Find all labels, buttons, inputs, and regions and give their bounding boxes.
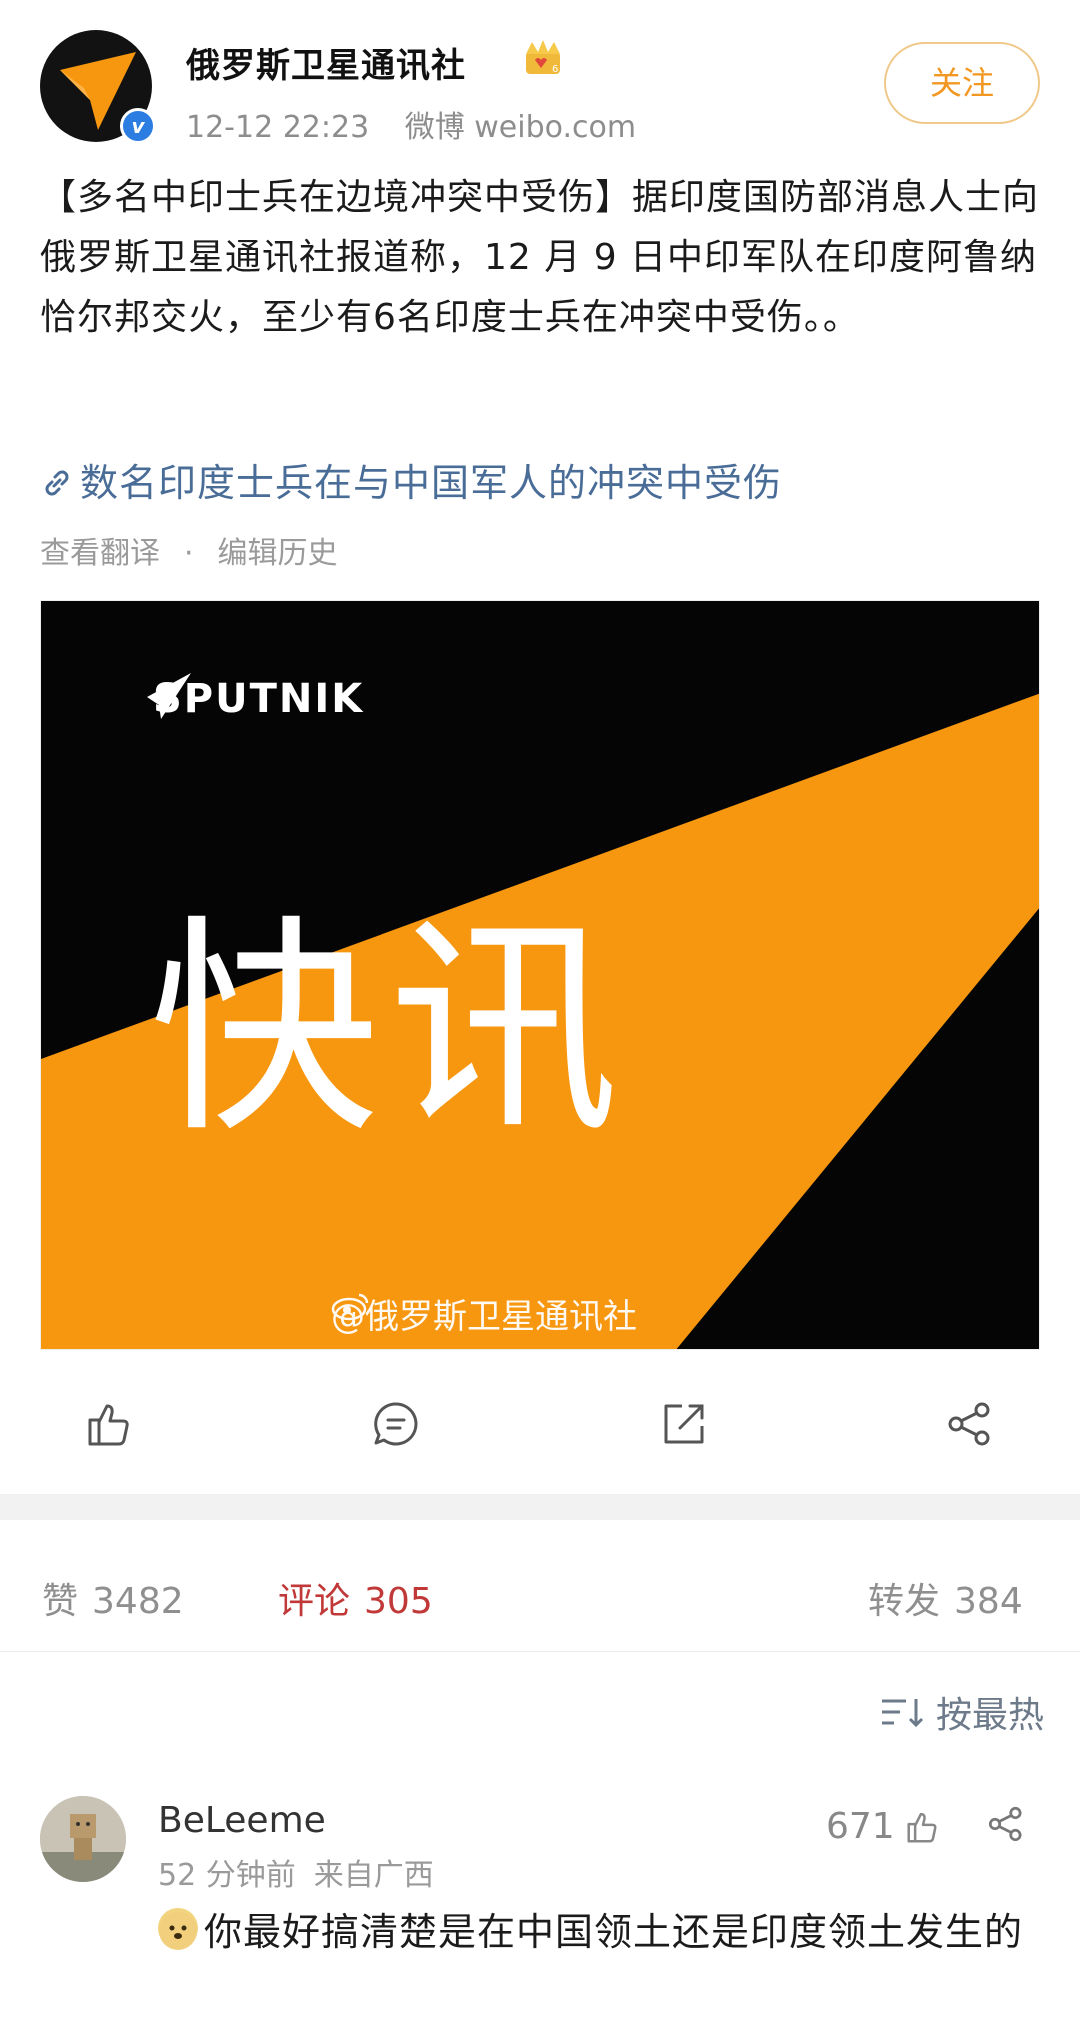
image-headline: 快讯 <box>149 897 630 1164</box>
share-button[interactable] <box>942 1396 1002 1456</box>
link-icon <box>45 470 69 496</box>
reposts-count: 384 <box>954 1581 1023 1622</box>
author-avatar[interactable]: v <box>40 30 156 144</box>
avatar-figure-icon <box>40 1796 126 1882</box>
share-icon <box>948 1402 990 1446</box>
comment-time: 52 分钟前 <box>158 1858 296 1893</box>
watermark-text: @俄罗斯卫星通讯社 <box>331 1297 637 1337</box>
sputnik-brand: SPUTNIK <box>145 669 364 729</box>
crown-badge-icon[interactable]: 6 <box>522 38 564 78</box>
post-header: v 俄罗斯卫星通讯社 6 12-12 22:23 微博 weibo.com 关注 <box>0 0 1080 160</box>
sputnik-arrow-icon <box>147 673 191 719</box>
thumbs-up-icon <box>907 1812 937 1843</box>
comment-item: BeLeeme 52 分钟前 来自广西 671 你最好搞清楚是在中国领土还是印度领… <box>0 1780 1080 2033</box>
thumbs-up-icon <box>88 1404 129 1446</box>
comment-button[interactable] <box>368 1396 428 1456</box>
comments-label: 评论 <box>278 1581 351 1622</box>
follow-button[interactable]: 关注 <box>884 42 1040 124</box>
likes-tab[interactable]: 赞 3482 <box>42 1572 184 1624</box>
comment-like-button[interactable]: 671 <box>826 1806 943 1847</box>
reposts-label: 转发 <box>868 1581 941 1622</box>
article-link[interactable]: 数名印度士兵在与中国军人的冲突中受伤 <box>40 452 782 507</box>
separator-dot: · <box>184 536 194 571</box>
image-watermark: @俄罗斯卫星通讯社 <box>331 1289 637 1338</box>
likes-label: 赞 <box>42 1581 79 1622</box>
share-icon <box>988 1806 1022 1842</box>
reposts-tab[interactable]: 转发 384 <box>868 1572 1023 1624</box>
sort-icon <box>881 1699 924 1728</box>
verified-badge-icon: v <box>120 108 156 144</box>
svg-text:6: 6 <box>552 64 558 75</box>
weibo-icon <box>331 1293 369 1321</box>
doge-emoji-icon <box>158 1908 198 1950</box>
comment-body: 你最好搞清楚是在中国领土还是印度领土发生的 <box>158 1902 1038 1962</box>
comment-icon <box>374 1402 418 1446</box>
likes-count: 3482 <box>92 1581 184 1622</box>
post-image[interactable]: SPUTNIK 快讯 @俄罗斯卫星通讯社 <box>40 600 1040 1350</box>
edit-history-link[interactable]: 编辑历史 <box>218 536 338 571</box>
article-link-text[interactable]: 数名印度士兵在与中国军人的冲突中受伤 <box>80 461 782 505</box>
comment-like-count: 671 <box>826 1806 895 1847</box>
author-name[interactable]: 俄罗斯卫星通讯社 <box>186 38 466 87</box>
comments-count: 305 <box>364 1581 433 1622</box>
comment-meta: 52 分钟前 来自广西 <box>158 1850 452 1894</box>
comments-tab[interactable]: 评论 305 <box>278 1572 433 1624</box>
translate-link[interactable]: 查看翻译 <box>40 536 160 571</box>
commenter-name[interactable]: BeLeeme <box>158 1800 326 1841</box>
post-time: 12-12 22:23 <box>186 110 370 145</box>
post-tools: 查看翻译 · 编辑历史 <box>40 528 338 572</box>
commenter-avatar[interactable] <box>40 1796 126 1882</box>
like-button[interactable] <box>82 1396 142 1456</box>
comment-location: 来自广西 <box>313 1858 434 1893</box>
post-text: 【多名中印士兵在边境冲突中受伤】据印度国防部消息人士向俄罗斯卫星通讯社报道称，1… <box>40 177 1040 338</box>
sort-label: 按最热 <box>935 1695 1044 1736</box>
action-bar <box>0 1378 1080 1474</box>
stats-bar: 赞 3482 评论 305 转发 384 <box>0 1520 1080 1652</box>
repost-icon <box>664 1404 704 1444</box>
post-meta: 12-12 22:23 微博 weibo.com <box>186 102 662 146</box>
section-divider <box>0 1494 1080 1520</box>
repost-button[interactable] <box>656 1396 716 1456</box>
comment-text: 你最好搞清楚是在中国领土还是印度领土发生的 <box>204 1910 1024 1954</box>
comment-share-button[interactable] <box>984 1802 1028 1850</box>
sort-toggle[interactable]: 按最热 <box>880 1686 1044 1738</box>
post-source: 微博 weibo.com <box>404 110 637 145</box>
